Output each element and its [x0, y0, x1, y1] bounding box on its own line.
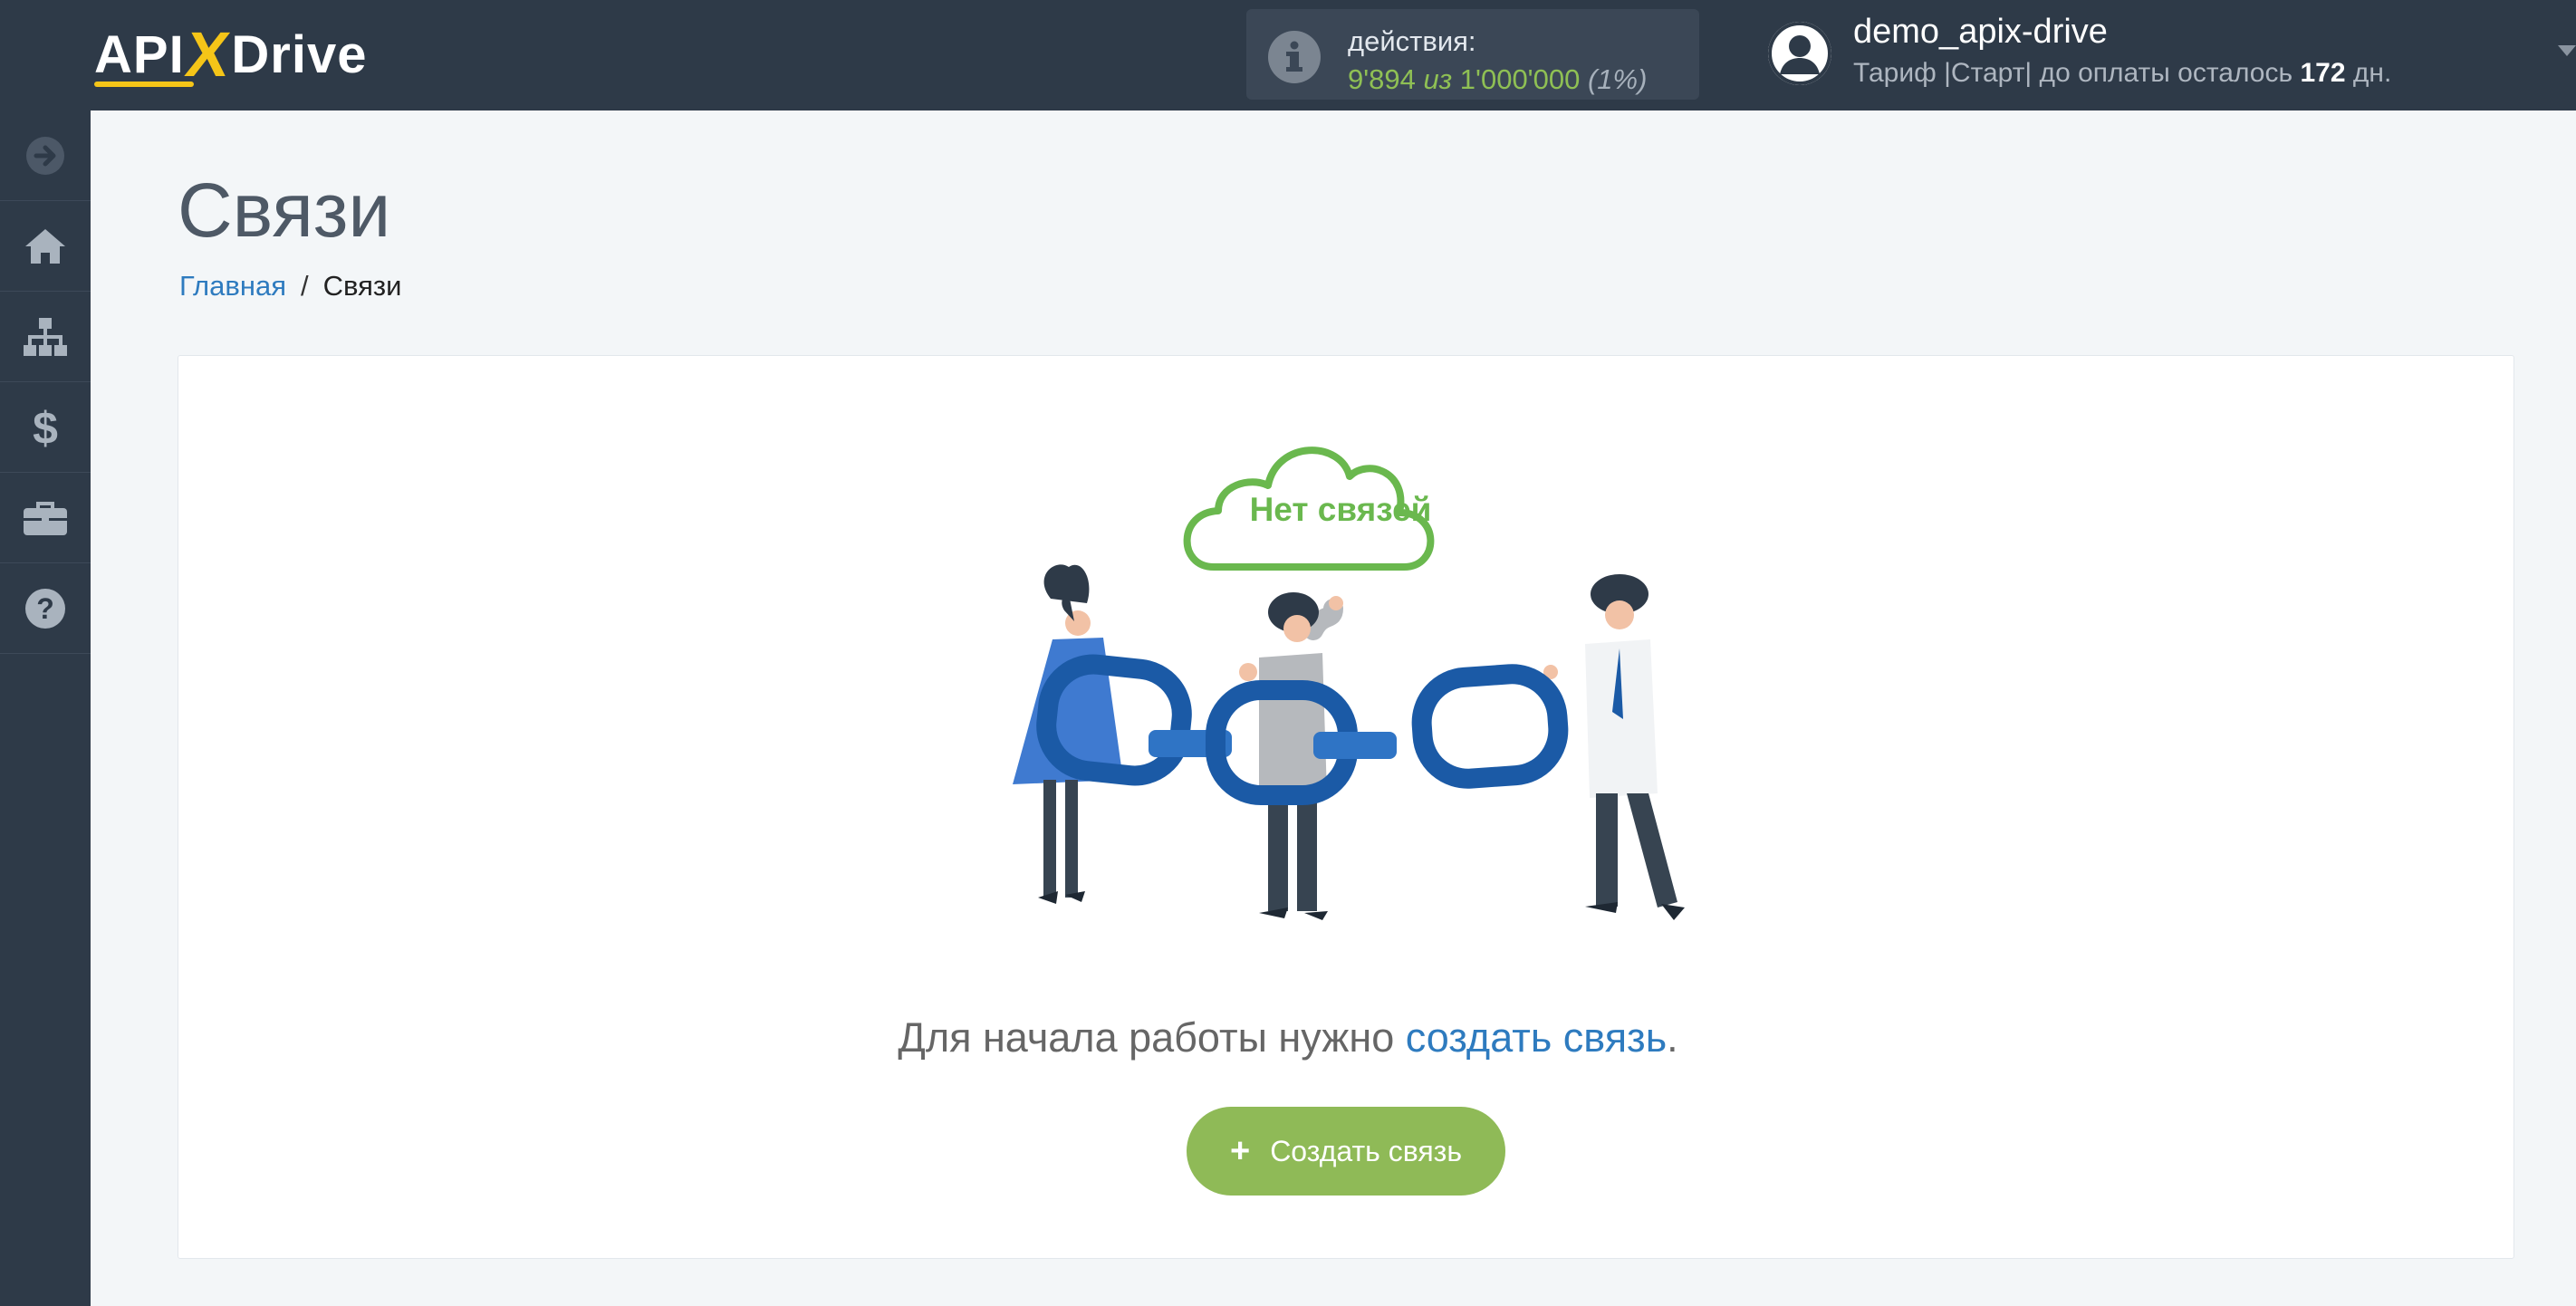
breadcrumb: Главная / Связи — [179, 270, 401, 302]
user-name[interactable]: demo_apix-drive — [1853, 13, 2108, 52]
breadcrumb-current: Связи — [322, 270, 402, 302]
breadcrumb-home-link[interactable]: Главная — [179, 270, 286, 302]
plan-days: 172 — [2300, 58, 2346, 88]
empty-state-period: . — [1667, 1014, 1678, 1061]
sidebar-item-billing[interactable]: $ — [0, 382, 91, 473]
cloud-text: Нет связей — [1250, 491, 1432, 528]
actions-of: из — [1423, 63, 1453, 95]
svg-text:?: ? — [36, 592, 54, 625]
sidebar-item-help[interactable]: ? — [0, 563, 91, 654]
actions-percent: (1%) — [1587, 63, 1648, 95]
plan-prefix: Тариф |Старт| до оплаты осталось — [1853, 58, 2293, 88]
home-icon — [24, 227, 67, 265]
breadcrumb-separator: / — [301, 270, 309, 302]
apixdrive-logo[interactable]: API X Drive — [94, 19, 368, 90]
actions-total: 1'000'000 — [1459, 63, 1581, 95]
question-circle-icon: ? — [24, 588, 66, 629]
empty-state-illustration: Нет связей — [1013, 447, 1685, 920]
sidebar: $ ? — [0, 110, 91, 1306]
actions-used: 9'894 — [1348, 63, 1416, 95]
sidebar-item-services[interactable] — [0, 473, 91, 563]
chevron-down-icon[interactable] — [2558, 45, 2576, 56]
arrow-right-circle-icon — [25, 136, 65, 176]
logo-drive-text: Drive — [231, 24, 368, 84]
info-icon — [1268, 31, 1321, 83]
person-woman — [1013, 564, 1170, 904]
create-connection-link[interactable]: создать связь — [1406, 1014, 1667, 1061]
user-plan: Тариф |Старт| до оплаты осталось 172 дн. — [1853, 58, 2391, 89]
plan-days-suffix: дн. — [2352, 58, 2392, 88]
svg-text:$: $ — [33, 404, 58, 451]
cloud-icon: Нет связей — [1183, 447, 1435, 571]
empty-state-text: Для начала работы нужно — [898, 1014, 1406, 1061]
plus-icon: + — [1229, 1132, 1251, 1170]
empty-state-message: Для начала работы нужно создать связь. — [0, 1014, 2576, 1061]
briefcase-icon — [22, 499, 69, 537]
actions-label: действия: — [1348, 25, 1476, 57]
sidebar-item-connections[interactable] — [0, 292, 91, 382]
actions-counter: действия: 9'894 из 1'000'000 (1%) — [1246, 9, 1699, 100]
logo-api-text: API — [94, 24, 194, 87]
top-bar: API X Drive действия: 9'894 из 1'000'000 (… — [0, 0, 2576, 110]
sitemap-icon — [22, 316, 69, 358]
logo-x-text: X — [181, 19, 235, 90]
create-connection-button-label: Создать связь — [1270, 1134, 1462, 1167]
dollar-icon: $ — [31, 404, 60, 451]
user-avatar-icon[interactable] — [1768, 22, 1831, 85]
page-title: Связи — [178, 168, 391, 253]
actions-value: 9'894 из 1'000'000 (1%) — [1348, 63, 1647, 96]
create-connection-button[interactable]: + Создать связь — [1187, 1107, 1505, 1196]
sidebar-item-toggle[interactable] — [0, 110, 91, 201]
sidebar-item-home[interactable] — [0, 201, 91, 292]
